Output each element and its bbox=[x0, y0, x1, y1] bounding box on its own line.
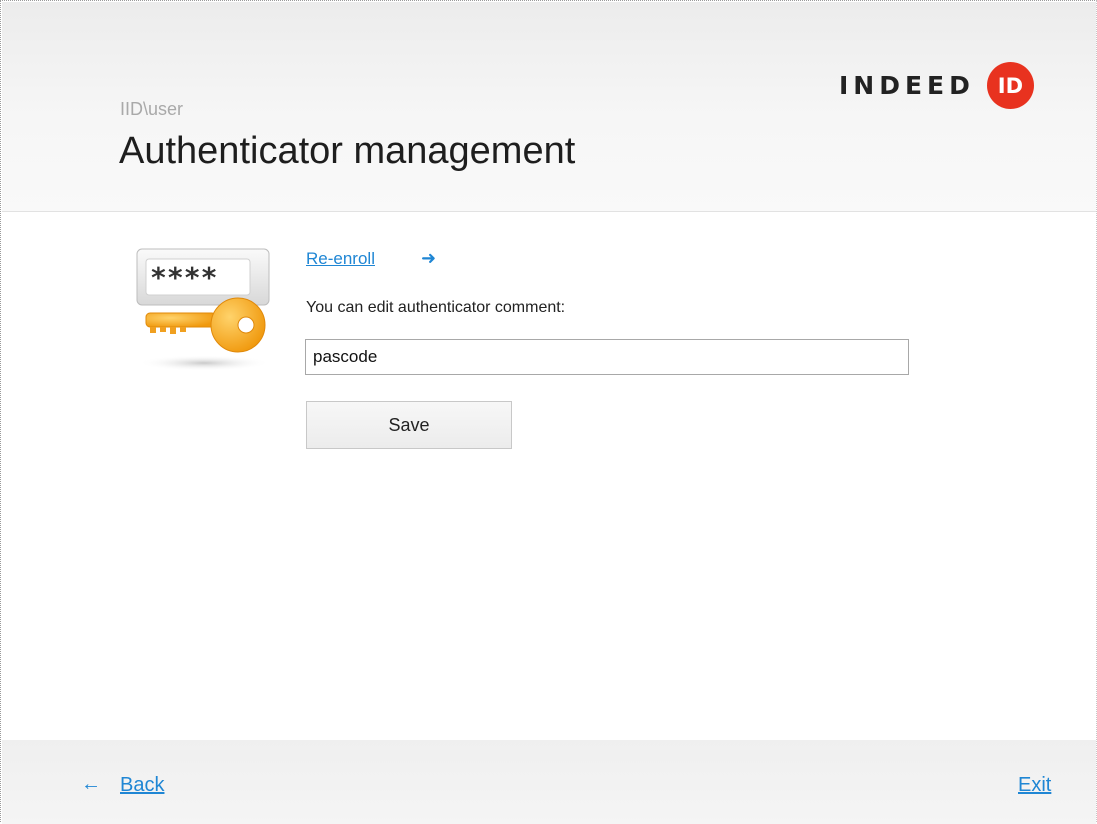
reenroll-link[interactable]: Re-enroll bbox=[306, 249, 375, 269]
logo-text: INDEED bbox=[839, 71, 975, 100]
indeed-id-logo: INDEED ID bbox=[839, 62, 1034, 109]
page-header: IID\user Authenticator management INDEED… bbox=[2, 2, 1096, 212]
arrow-right-icon[interactable]: ➜ bbox=[421, 248, 436, 269]
comment-label: You can edit authenticator comment: bbox=[306, 299, 566, 316]
comment-input[interactable] bbox=[305, 339, 909, 375]
window-frame: IID\user Authenticator management INDEED… bbox=[0, 0, 1097, 824]
password-key-icon: **** bbox=[136, 248, 270, 371]
page-footer bbox=[2, 740, 1096, 824]
save-button[interactable]: Save bbox=[306, 401, 512, 449]
exit-link[interactable]: Exit bbox=[1018, 774, 1051, 797]
arrow-left-icon[interactable]: ← bbox=[81, 773, 101, 796]
back-link[interactable]: Back bbox=[120, 774, 164, 797]
page-title: Authenticator management bbox=[119, 130, 576, 172]
logo-badge: ID bbox=[986, 62, 1034, 109]
password-mask: **** bbox=[150, 261, 217, 294]
user-name: IID\user bbox=[120, 99, 184, 119]
